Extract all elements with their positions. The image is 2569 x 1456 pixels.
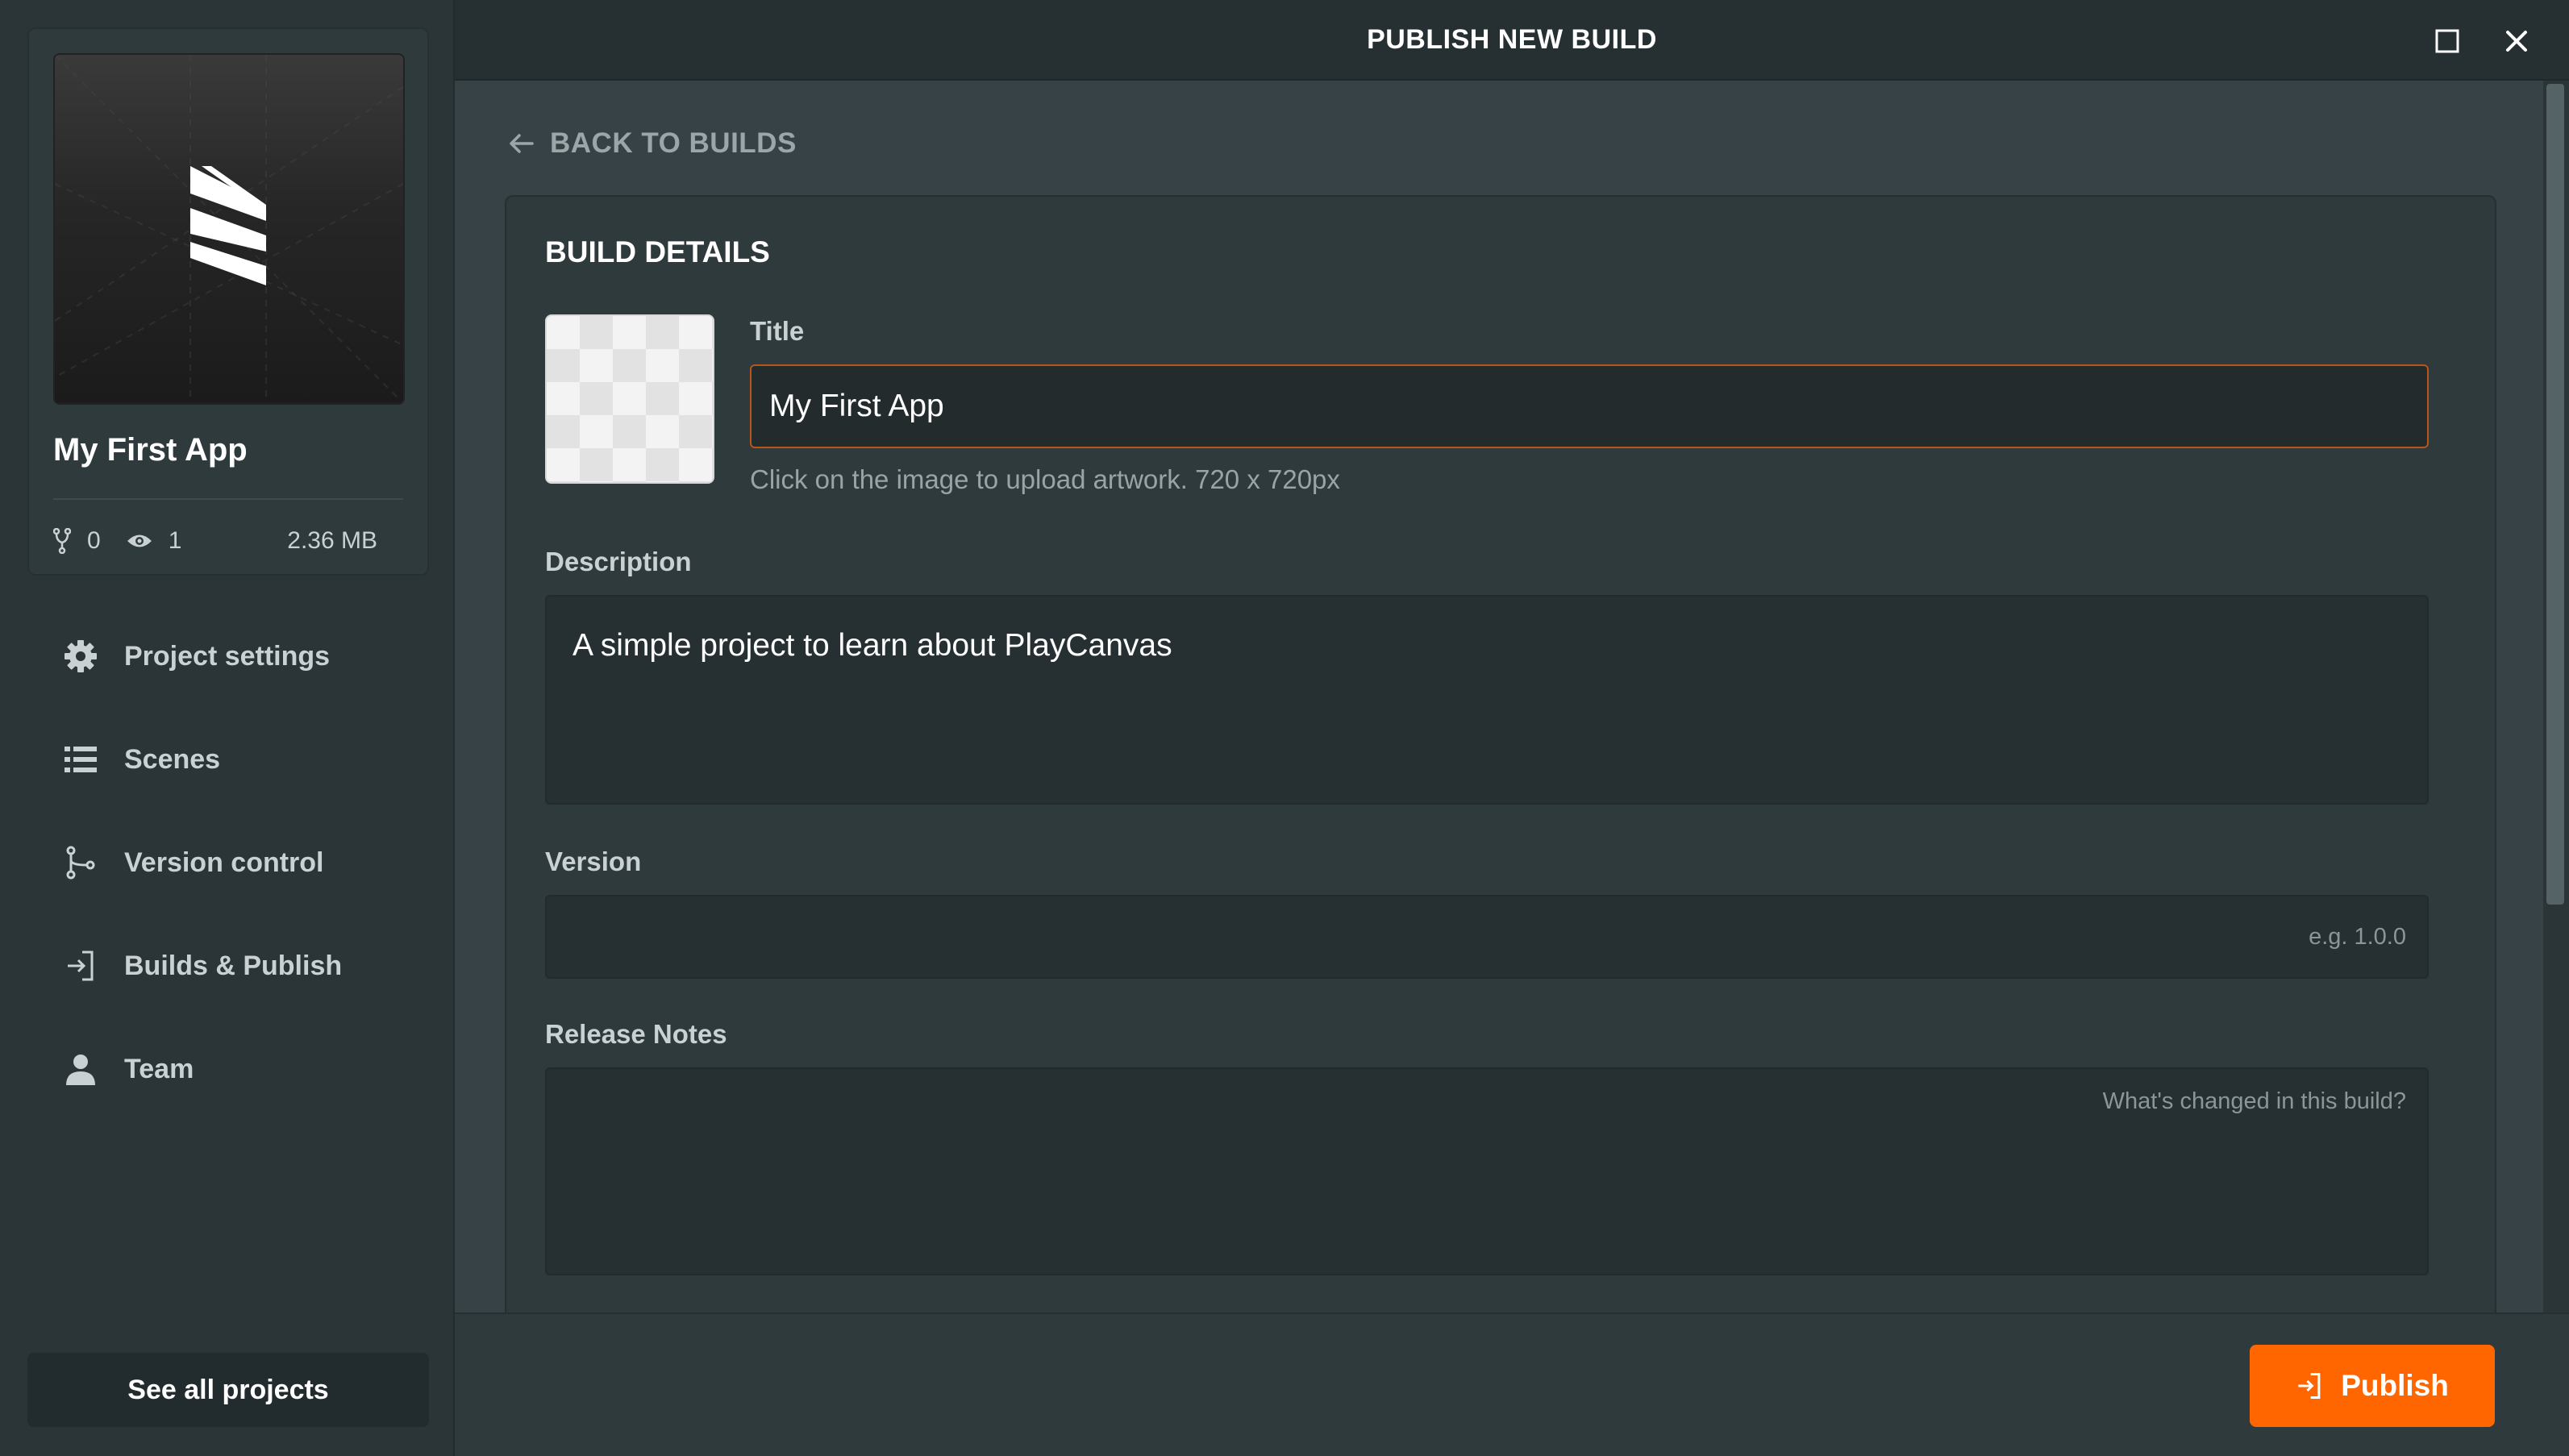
release-notes-field[interactable] — [545, 1067, 2429, 1275]
project-card: My First App 0 1 2.36 MB — [27, 27, 429, 576]
sidebar-item-team[interactable]: Team — [0, 1017, 455, 1121]
version-input[interactable] — [545, 895, 2429, 979]
maximize-icon — [2435, 29, 2459, 53]
back-to-builds-link[interactable]: BACK TO BUILDS — [508, 127, 797, 160]
dialog-footer: Publish — [455, 1312, 2569, 1456]
sidebar-item-label: Version control — [124, 847, 324, 878]
eye-icon — [127, 535, 152, 547]
back-link-label: BACK TO BUILDS — [550, 127, 797, 159]
views-count: 1 — [168, 527, 182, 554]
project-thumbnail[interactable] — [53, 53, 405, 405]
arrow-left-icon — [510, 134, 534, 153]
scrollbar-thumb[interactable] — [2546, 84, 2564, 905]
dialog-title: PUBLISH NEW BUILD — [1367, 24, 1657, 55]
sidebar-item-scenes[interactable]: Scenes — [0, 708, 455, 811]
card-divider — [53, 498, 403, 500]
sidebar-item-version-control[interactable]: Version control — [0, 811, 455, 914]
see-all-projects-button[interactable]: See all projects — [27, 1353, 429, 1427]
fork-count: 0 — [87, 527, 101, 554]
list-icon — [63, 742, 98, 777]
publish-button[interactable]: Publish — [2250, 1345, 2495, 1427]
release-notes-label: Release Notes — [545, 1019, 727, 1049]
sidebar-item-project-settings[interactable]: Project settings — [0, 605, 455, 708]
close-button[interactable] — [2500, 24, 2534, 58]
close-icon — [2506, 31, 2527, 52]
description-field[interactable]: A simple project to learn about PlayCanv… — [545, 595, 2429, 805]
sidebar-item-label: Builds & Publish — [124, 950, 343, 981]
sidebar-nav: Project settings Scenes Version control … — [0, 605, 455, 1121]
sidebar-item-label: Project settings — [124, 640, 331, 672]
title-label: Title — [750, 316, 805, 346]
project-name: My First App — [53, 432, 248, 468]
views-stat: 1 — [127, 527, 182, 555]
publish-icon — [63, 948, 98, 984]
project-size: 2.36 MB — [287, 527, 377, 554]
sidebar-item-label: Team — [124, 1053, 194, 1084]
description-label: Description — [545, 547, 692, 576]
user-icon — [63, 1051, 98, 1087]
section-title: BUILD DETAILS — [545, 235, 770, 268]
title-input[interactable] — [750, 364, 2429, 448]
build-details-panel: BUILD DETAILS Title Click on the image t… — [505, 195, 2496, 1312]
project-stats: 0 1 2.36 MB — [53, 521, 403, 561]
branch-icon — [63, 845, 98, 880]
playcanvas-logo-icon — [55, 55, 403, 403]
version-label: Version — [545, 847, 642, 876]
fork-stat: 0 — [53, 527, 101, 555]
maximize-button[interactable] — [2430, 24, 2464, 58]
publish-label: Publish — [2341, 1369, 2449, 1402]
publish-icon — [2298, 1373, 2321, 1399]
sidebar: My First App 0 1 2.36 MB Project setting… — [0, 0, 455, 1456]
sidebar-item-builds-publish[interactable]: Builds & Publish — [0, 914, 455, 1017]
dialog-header: PUBLISH NEW BUILD — [455, 0, 2569, 81]
sidebar-item-label: Scenes — [124, 743, 221, 775]
fork-icon — [53, 528, 71, 554]
dialog-content: BACK TO BUILDS BUILD DETAILS Title Click… — [455, 81, 2543, 1312]
gear-icon — [63, 639, 98, 674]
artwork-hint: Click on the image to upload artwork. 72… — [750, 464, 1340, 494]
artwork-upload[interactable] — [545, 314, 714, 484]
